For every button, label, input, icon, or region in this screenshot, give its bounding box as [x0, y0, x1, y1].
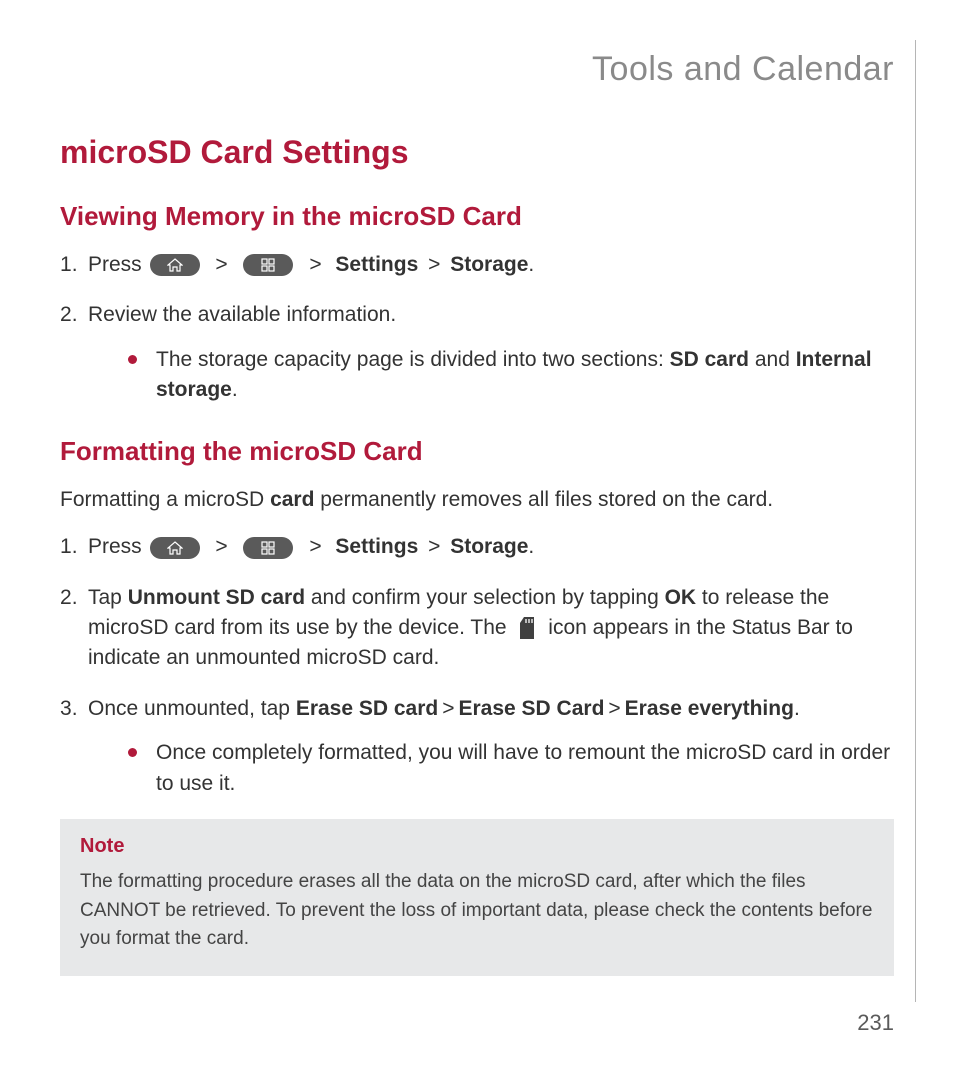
separator: > — [428, 535, 440, 558]
step-text: Review the available information. — [88, 303, 396, 326]
settings-label: Settings — [335, 535, 418, 558]
section-heading-formatting: Formatting the microSD Card — [60, 436, 894, 467]
note-title: Note — [80, 835, 874, 858]
apps-key-icon — [243, 537, 293, 559]
separator: > — [215, 253, 227, 276]
step-2-format: Tap Unmount SD card and confirm your sel… — [60, 583, 894, 674]
period: . — [528, 253, 534, 276]
step-1-view: Press > > Settings > Storage. — [60, 250, 894, 280]
erase-1: Erase SD card — [296, 697, 438, 720]
section-heading-viewing: Viewing Memory in the microSD Card — [60, 201, 894, 232]
ok-label: OK — [665, 586, 697, 609]
sd-unmounted-icon — [516, 615, 538, 641]
step-text: Tap — [88, 586, 128, 609]
separator: > — [215, 535, 227, 558]
page-number: 231 — [857, 1010, 894, 1036]
apps-key-icon — [243, 254, 293, 276]
card-bold: card — [270, 488, 314, 511]
separator: > — [442, 697, 454, 720]
step-2-view: Review the available information. The st… — [60, 300, 894, 405]
bullet-remount: Once completely formatted, you will have… — [128, 738, 894, 799]
separator: > — [309, 535, 321, 558]
separator: > — [428, 253, 440, 276]
erase-3: Erase everything — [625, 697, 794, 720]
page-title: microSD Card Settings — [60, 134, 894, 171]
sub-bullets: Once completely formatted, you will have… — [88, 738, 894, 799]
step-3-format: Once unmounted, tap Erase SD card>Erase … — [60, 694, 894, 799]
separator: > — [309, 253, 321, 276]
bullet-storage-sections: The storage capacity page is divided int… — [128, 345, 894, 406]
sub-bullets: The storage capacity page is divided int… — [88, 345, 894, 406]
note-box: Note The formatting procedure erases all… — [60, 819, 894, 976]
steps-formatting: Press > > Settings > Storage. Tap Unmoun… — [60, 532, 894, 799]
bullet-text: Once completely formatted, you will have… — [156, 741, 890, 794]
and-text: and — [749, 348, 796, 371]
storage-label: Storage — [450, 535, 528, 558]
erase-2: Erase SD Card — [459, 697, 605, 720]
intro-text-2: permanently removes all files stored on … — [314, 488, 773, 511]
steps-viewing: Press > > Settings > Storage. Review the… — [60, 250, 894, 406]
step-text: Once unmounted, tap — [88, 697, 296, 720]
note-text: The formatting procedure erases all the … — [80, 868, 874, 954]
settings-label: Settings — [335, 253, 418, 276]
step-text: and confirm your selection by tapping — [305, 586, 665, 609]
formatting-intro: Formatting a microSD card permanently re… — [60, 485, 894, 514]
home-key-icon — [150, 254, 200, 276]
intro-text: Formatting a microSD — [60, 488, 270, 511]
storage-label: Storage — [450, 253, 528, 276]
step-1-format: Press > > Settings > Storage. — [60, 532, 894, 562]
period: . — [528, 535, 534, 558]
unmount-label: Unmount SD card — [128, 586, 305, 609]
home-key-icon — [150, 537, 200, 559]
step-text: Press — [88, 535, 148, 558]
separator: > — [608, 697, 620, 720]
bullet-text: The storage capacity page is divided int… — [156, 348, 670, 371]
period: . — [794, 697, 800, 720]
page-right-border — [915, 40, 916, 1002]
period: . — [232, 378, 238, 401]
sd-card-label: SD card — [670, 348, 749, 371]
step-text: Press — [88, 253, 148, 276]
chapter-header: Tools and Calendar — [60, 50, 894, 89]
